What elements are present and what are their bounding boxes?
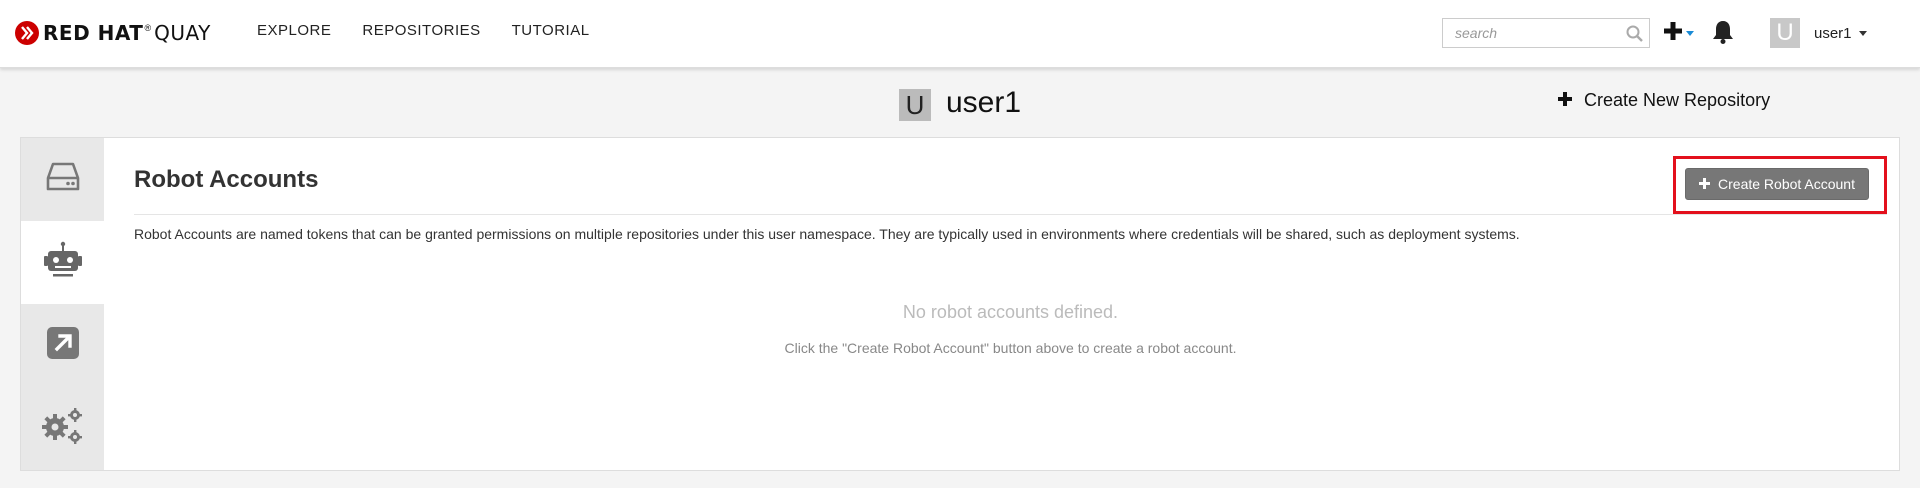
section-divider bbox=[134, 214, 1887, 215]
nav-link-tutorial[interactable]: TUTORIAL bbox=[512, 22, 590, 39]
redhat-logo-icon bbox=[15, 21, 39, 45]
main-nav: EXPLORE REPOSITORIES TUTORIAL bbox=[257, 22, 621, 39]
tab-robot-accounts[interactable] bbox=[21, 221, 104, 304]
tab-external-logins[interactable] bbox=[21, 304, 104, 387]
empty-state-help: Click the "Create Robot Account" button … bbox=[784, 340, 1237, 356]
nav-link-repositories[interactable]: REPOSITORIES bbox=[362, 22, 480, 39]
create-new-repository-label: Create New Repository bbox=[1584, 90, 1771, 110]
section-title: Robot Accounts bbox=[134, 166, 319, 193]
plus-icon bbox=[1699, 176, 1711, 192]
page-title: user1 bbox=[946, 86, 1022, 119]
notifications-bell-icon[interactable] bbox=[1712, 20, 1734, 49]
external-link-icon bbox=[46, 327, 79, 364]
brand-quay-text: QUAY bbox=[154, 21, 211, 45]
gears-icon bbox=[41, 407, 84, 450]
search-box bbox=[1442, 18, 1650, 48]
chevron-down-icon bbox=[1686, 31, 1694, 36]
plus-icon bbox=[1558, 89, 1572, 112]
namespace-avatar: U bbox=[899, 89, 931, 121]
brand-logo-link[interactable]: RED HAT ® QUAY bbox=[15, 20, 211, 46]
user-name: user1 bbox=[1814, 24, 1852, 42]
chevron-down-icon bbox=[1858, 30, 1867, 36]
user-menu-dropdown[interactable]: U user1 bbox=[1770, 18, 1867, 48]
create-menu-dropdown[interactable] bbox=[1664, 22, 1694, 45]
empty-state-title: No robot accounts defined. bbox=[902, 302, 1119, 322]
brand-registered-mark: ® bbox=[144, 23, 152, 33]
hard-drive-icon bbox=[46, 162, 80, 197]
search-icon[interactable] bbox=[1626, 25, 1643, 47]
create-new-repository-link[interactable]: Create New Repository bbox=[1558, 89, 1770, 112]
tab-settings[interactable] bbox=[21, 387, 104, 470]
create-robot-account-label: Create Robot Account bbox=[1718, 176, 1855, 192]
top-navbar: RED HAT ® QUAY EXPLORE REPOSITORIES TUTO… bbox=[0, 0, 1920, 68]
sidebar-tabs bbox=[21, 138, 104, 470]
brand-redhat-text: RED HAT bbox=[43, 21, 144, 45]
search-input[interactable] bbox=[1443, 19, 1618, 47]
create-robot-account-button[interactable]: Create Robot Account bbox=[1685, 168, 1869, 200]
tab-repositories[interactable] bbox=[21, 138, 104, 221]
namespace-panel: Robot Accounts Create Robot Account Robo… bbox=[20, 137, 1900, 471]
robot-accounts-description: Robot Accounts are named tokens that can… bbox=[134, 226, 1520, 242]
plus-icon bbox=[1664, 22, 1682, 45]
nav-link-explore[interactable]: EXPLORE bbox=[257, 22, 331, 39]
avatar: U bbox=[1770, 18, 1800, 48]
robot-icon bbox=[43, 241, 83, 284]
